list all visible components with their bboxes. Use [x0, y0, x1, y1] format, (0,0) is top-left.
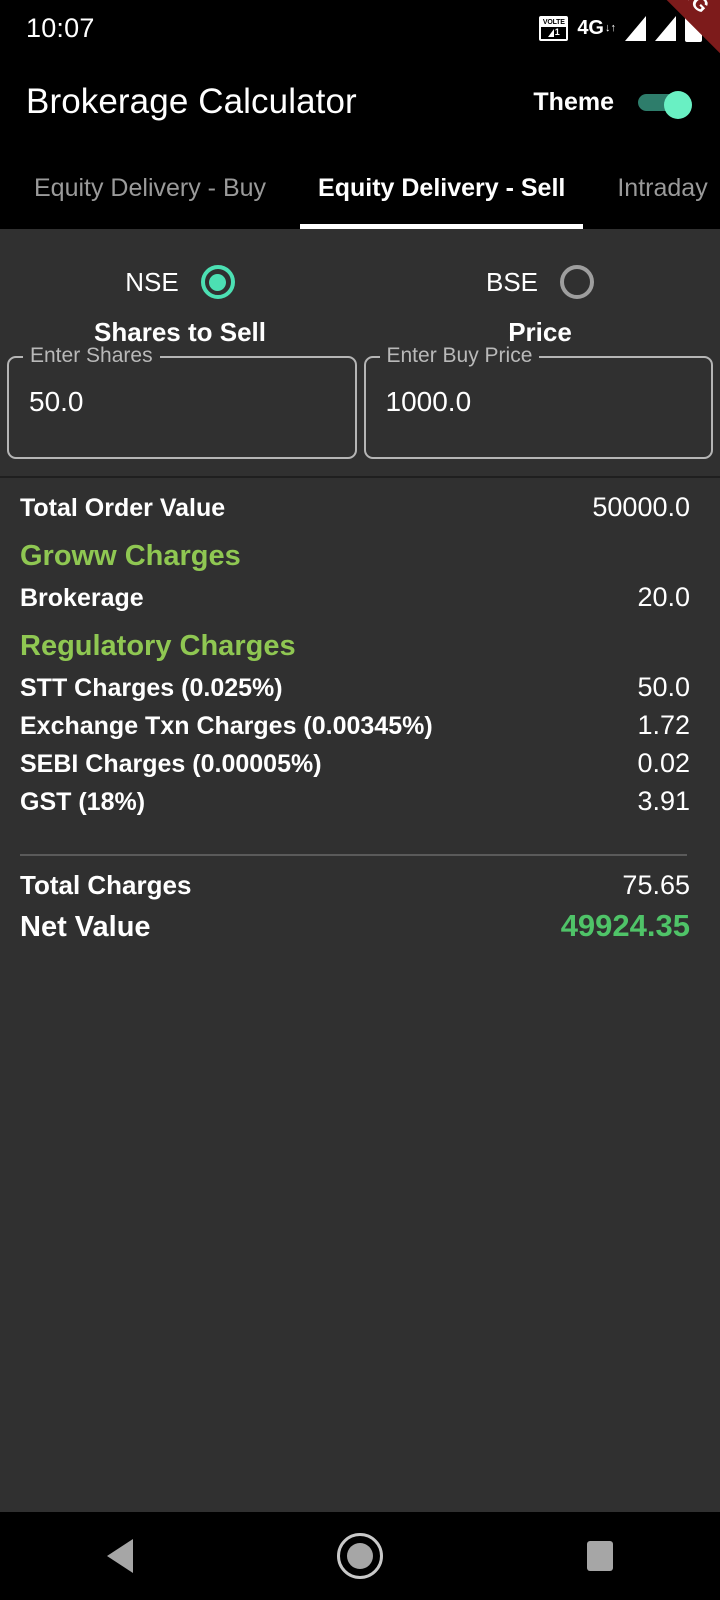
volte-sim-number: 1: [554, 27, 560, 37]
price-field-floating-label: Enter Buy Price: [379, 345, 540, 367]
row-value: 75.65: [622, 870, 690, 900]
tab-equity-delivery-buy[interactable]: Equity Delivery - Buy: [8, 148, 292, 229]
row-net-value: Net Value 49924.35: [20, 908, 690, 956]
row-label: Total Order Value: [20, 494, 226, 522]
row-label: STT Charges (0.025%): [20, 674, 283, 702]
nav-home-button[interactable]: [300, 1512, 420, 1600]
price-field-wrapper: Enter Buy Price: [363, 345, 713, 459]
status-icon-group: VOLTE 1 4G ↓↑: [539, 10, 702, 42]
tab-label: Equity Delivery - Buy: [34, 174, 267, 202]
data-transfer-arrows-icon: ↓↑: [605, 21, 616, 34]
radio-label: NSE: [125, 266, 179, 297]
row-label: Exchange Txn Charges (0.00345%): [20, 712, 433, 740]
tab-label: Equity Delivery - Sell: [318, 174, 566, 202]
volte-icon-label: VOLTE: [541, 17, 567, 27]
theme-label: Theme: [533, 87, 614, 116]
nav-recents-button[interactable]: [540, 1512, 660, 1600]
results-panel: Total Order Value 50000.0 Groww Charges …: [0, 476, 720, 956]
price-input[interactable]: [385, 386, 666, 418]
row-value: 49924.35: [560, 908, 690, 943]
tab-bar: Equity Delivery - Buy Equity Delivery - …: [0, 148, 720, 229]
android-navigation-bar: [0, 1512, 720, 1600]
signal-bars-icon-2: [655, 15, 676, 41]
radio-button-bse-icon[interactable]: [560, 265, 595, 299]
row-label: Net Value: [20, 911, 151, 943]
radio-dot: [209, 273, 227, 291]
row-total-order-value: Total Order Value 50000.0: [20, 492, 690, 530]
battery-icon: [685, 10, 702, 42]
row-total-charges: Total Charges 75.65: [20, 870, 690, 908]
home-icon: [337, 1533, 383, 1579]
row-value: 50.0: [637, 672, 690, 702]
app-bar: Brokerage Calculator Theme: [0, 56, 720, 148]
input-row: Enter Shares Enter Buy Price: [0, 345, 720, 459]
main-content: NSE BSE Shares to Sell Price Enter Share…: [0, 229, 720, 1569]
row-value: 0.02: [637, 748, 690, 778]
signal-bars-icon-1: [625, 15, 646, 41]
network-type-label: 4G: [577, 17, 604, 39]
row-label: GST (18%): [20, 788, 146, 816]
row-stt-charges: STT Charges (0.025%) 50.0: [20, 672, 690, 710]
page-title: Brokerage Calculator: [26, 82, 357, 121]
shares-field-wrapper: Enter Shares: [7, 345, 357, 459]
row-gst: GST (18%) 3.91: [20, 786, 690, 824]
row-label: Brokerage: [20, 584, 144, 612]
back-icon: [107, 1539, 133, 1573]
exchange-selector: NSE BSE: [0, 229, 720, 317]
row-value: 3.91: [637, 786, 690, 816]
row-exchange-txn-charges: Exchange Txn Charges (0.00345%) 1.72: [20, 710, 690, 748]
row-value: 20.0: [637, 582, 690, 612]
row-value: 50000.0: [592, 492, 690, 522]
row-brokerage: Brokerage 20.0: [20, 582, 690, 620]
tab-label: Intraday: [617, 174, 708, 202]
totals-divider: [20, 854, 687, 856]
recents-icon: [587, 1541, 613, 1571]
status-clock: 10:07: [26, 12, 95, 43]
row-label: Total Charges: [20, 870, 192, 900]
section-title-groww-charges: Groww Charges: [20, 539, 241, 572]
radio-button-nse-icon[interactable]: [200, 265, 235, 299]
signal-4g-icon: 4G ↓↑: [577, 18, 616, 38]
status-bar: 10:07 VOLTE 1 4G ↓↑: [0, 0, 720, 56]
tab-equity-delivery-sell[interactable]: Equity Delivery - Sell: [292, 148, 591, 229]
theme-toggle-thumb: [664, 91, 692, 119]
radio-option-bse[interactable]: BSE: [360, 265, 720, 299]
row-label: SEBI Charges (0.00005%): [20, 750, 322, 778]
nav-back-button[interactable]: [60, 1512, 180, 1600]
shares-input[interactable]: [29, 386, 309, 418]
phone-screen: 10:07 VOLTE 1 4G ↓↑ DEBUG Brok: [0, 0, 720, 1600]
shares-field-floating-label: Enter Shares: [23, 345, 160, 367]
theme-toggle-switch[interactable]: [638, 91, 694, 119]
row-sebi-charges: SEBI Charges (0.00005%) 0.02: [20, 748, 690, 786]
section-title-regulatory-charges: Regulatory Charges: [20, 629, 296, 662]
volte-icon: VOLTE 1: [539, 15, 569, 41]
radio-option-nse[interactable]: NSE: [0, 265, 360, 299]
volte-icon-body: 1: [541, 27, 566, 39]
theme-control-group: Theme: [533, 87, 694, 119]
radio-label: BSE: [485, 266, 539, 297]
volte-signal-triangle-icon: [547, 28, 554, 37]
row-value: 1.72: [637, 710, 690, 740]
tab-intraday[interactable]: Intraday: [591, 148, 720, 229]
